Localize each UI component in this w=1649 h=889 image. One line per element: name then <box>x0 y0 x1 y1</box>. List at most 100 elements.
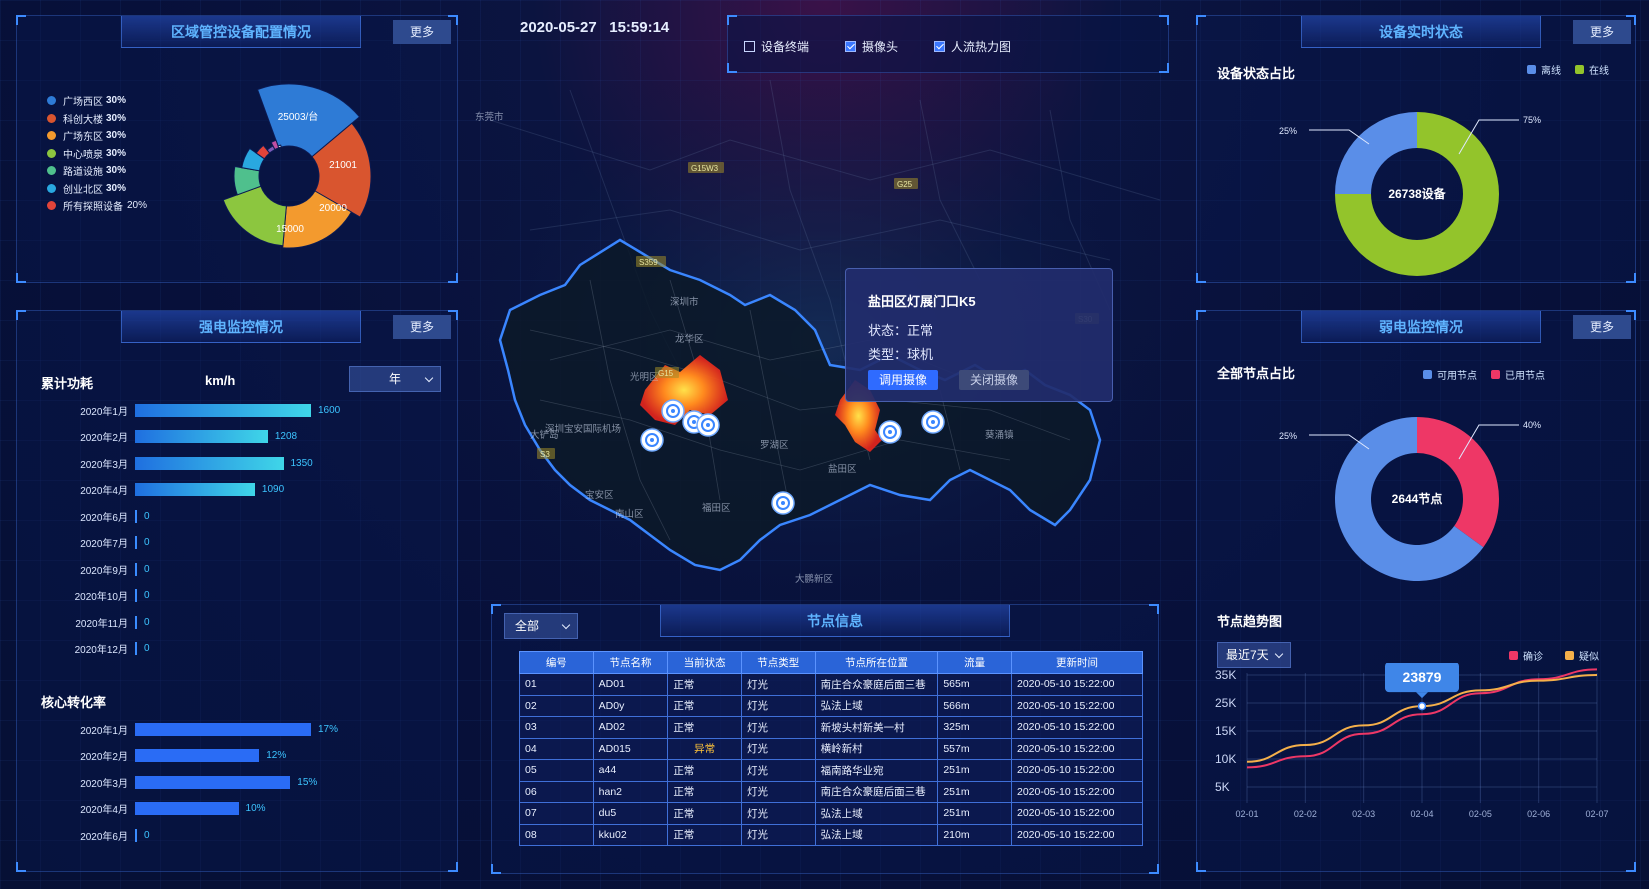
bar-value: 1600 <box>318 404 341 416</box>
table-cell: AD01 <box>592 673 669 696</box>
table-cell: 2020-05-10 15:22:00 <box>1010 673 1144 696</box>
table-cell: 08 <box>519 823 594 846</box>
table-row[interactable]: 08 kku02 正常 灯光 弘法上域 210m 2020-05-10 15:22:00 <box>519 823 1144 846</box>
map-label: 大鹏新区 <box>795 573 834 585</box>
range-select-value: 最近7天 <box>1226 648 1269 662</box>
legend-dot <box>47 113 56 123</box>
unit-label: km/h <box>205 373 236 388</box>
table-cell: 566m <box>937 694 1012 717</box>
y-tick-label: 10K <box>1215 752 1236 766</box>
bar-label: 2020年6月 <box>80 512 128 524</box>
camera-icon[interactable] <box>921 410 945 434</box>
camera-icon[interactable] <box>878 420 902 444</box>
popup-status: 状态：正常 <box>868 323 934 338</box>
panel-title: 区域管控设备配置情况 <box>121 16 361 48</box>
strong-electric-panel: 强电监控情况 更多 累计功耗 km/h 年 2020年1月 1600 2020年2月… <box>16 310 458 872</box>
legend-pct: 30% <box>106 182 127 194</box>
donut-center-label: 26738设备 <box>1388 186 1446 201</box>
bar-label: 2020年4月 <box>80 486 128 497</box>
table-cell: 02 <box>519 694 594 717</box>
table-row[interactable]: 02 AD0y 正常 灯光 弘法上域 566m 2020-05-10 15:22:00 <box>519 694 1144 717</box>
panel-title: 弱电监控情况 <box>1301 311 1541 343</box>
legend-dot <box>47 131 56 141</box>
chevron-down-icon <box>561 620 571 630</box>
table-row[interactable]: 07 du5 正常 灯光 弘法上域 251m 2020-05-10 15:22:00 <box>519 802 1144 825</box>
x-tick-label: 02-02 <box>1294 809 1317 819</box>
more-button[interactable]: 更多 <box>393 315 451 339</box>
layer-toggle[interactable]: 设备终端 <box>744 38 809 55</box>
donut-slice <box>1417 417 1499 548</box>
table-row[interactable]: 05 a44 正常 灯光 福南路华业宛 251m 2020-05-10 15:22:00 <box>519 759 1144 782</box>
checkbox[interactable] <box>934 41 946 52</box>
legend-pct: 30% <box>106 130 127 142</box>
table-cell: 正常 <box>667 716 742 739</box>
table-cell: 福南路华业宛 <box>814 759 939 782</box>
camera-icon[interactable] <box>661 399 685 423</box>
legend-name: 中心喷泉 <box>63 149 103 161</box>
checkbox[interactable] <box>744 41 755 52</box>
bar-row: 2020年1月 17% <box>17 718 338 740</box>
table-header: 当前状态 <box>667 651 742 674</box>
table-cell: AD0y <box>592 694 669 717</box>
bar-label: 2020年2月 <box>80 752 128 763</box>
table-cell: 灯光 <box>740 802 816 825</box>
rose-label: 15000 <box>276 224 304 235</box>
x-tick-label: 02-04 <box>1410 809 1433 819</box>
period-select[interactable]: 年 <box>349 366 441 392</box>
call-camera-button[interactable]: 调用摄像 <box>868 370 938 390</box>
bar-row: 2020年4月 10% <box>17 798 266 820</box>
legend-name: 广场东区 <box>63 132 103 144</box>
legend-item: 创业北区 30% <box>47 180 147 198</box>
map-label: 南山区 <box>615 508 644 520</box>
table-cell: 弘法上域 <box>814 823 939 846</box>
camera-icon[interactable] <box>640 428 664 452</box>
camera-icon[interactable] <box>696 413 720 437</box>
node-filter-select[interactable]: 全部 <box>504 613 578 639</box>
bar-row: 2020年11月 0 <box>17 611 150 633</box>
bar <box>135 775 291 789</box>
table-cell: 灯光 <box>740 780 816 803</box>
table-row[interactable]: 06 han2 正常 灯光 南庄合众豪庭后面三巷 251m 2020-05-10 15:22… <box>519 780 1144 803</box>
legend-name: 广场西区 <box>63 97 103 109</box>
bar-value: 1090 <box>261 484 285 495</box>
close-camera-button[interactable]: 关闭摄像 <box>959 370 1029 390</box>
x-tick-label: 02-03 <box>1352 809 1375 819</box>
bar-zero-tick <box>135 589 137 602</box>
legend-pct: 30% <box>106 112 127 124</box>
bar-row: 2020年3月 1350 <box>17 452 313 474</box>
camera-icon[interactable] <box>771 491 795 515</box>
legend-name: 在线 <box>1589 66 1609 77</box>
table-cell: 南庄合众豪庭后面三巷 <box>814 780 939 803</box>
bar <box>135 749 260 762</box>
legend-name: 可用节点 <box>1437 371 1477 382</box>
table-row[interactable]: 04 AD015 异常 灯光 横岭新村 557m 2020-05-10 15:22:00 <box>519 737 1144 760</box>
map-label: 葵涌镇 <box>985 429 1014 441</box>
legend-dot <box>1509 651 1518 660</box>
table-row[interactable]: 01 AD01 正常 灯光 南庄合众豪庭后面三巷 565m 2020-05-10 15:22… <box>519 673 1144 696</box>
rose-label: 20000 <box>319 203 347 214</box>
more-button[interactable]: 更多 <box>1573 20 1631 44</box>
legend-name: 创业北区 <box>63 184 103 196</box>
legend-item: 疑似 <box>1565 648 1599 663</box>
bar-label: 2020年4月 <box>80 805 128 816</box>
checkbox[interactable] <box>845 41 857 52</box>
layer-toggle[interactable]: 摄像头 <box>845 38 898 55</box>
legend-item: 所有探照设备 20% <box>47 197 147 215</box>
bar-value: 1208 <box>274 431 298 442</box>
table-cell: 325m <box>937 716 1012 739</box>
legend-name: 所有探照设备 <box>63 202 123 214</box>
layer-label: 设备终端 <box>761 40 810 54</box>
more-button[interactable]: 更多 <box>393 20 451 44</box>
donut-pct-left: 25% <box>1279 126 1297 136</box>
legend-name: 离线 <box>1541 66 1561 77</box>
donut-pct-right: 40% <box>1523 420 1541 430</box>
node-share-legend: 可用节点 已用节点 <box>1423 367 1545 382</box>
legend-item: 中心喷泉 30% <box>47 145 147 163</box>
table-row[interactable]: 03 AD02 正常 灯光 新坡头村新美一村 325m 2020-05-10 15:22:0… <box>519 716 1144 739</box>
table-cell: 灯光 <box>740 694 816 717</box>
layer-toggle[interactable]: 人流热力图 <box>934 38 1011 55</box>
table-cell: 灯光 <box>740 716 816 739</box>
rose-label: 21001 <box>329 160 357 171</box>
node-share-subtitle: 全部节点占比 <box>1217 366 1296 381</box>
more-button[interactable]: 更多 <box>1573 315 1631 339</box>
